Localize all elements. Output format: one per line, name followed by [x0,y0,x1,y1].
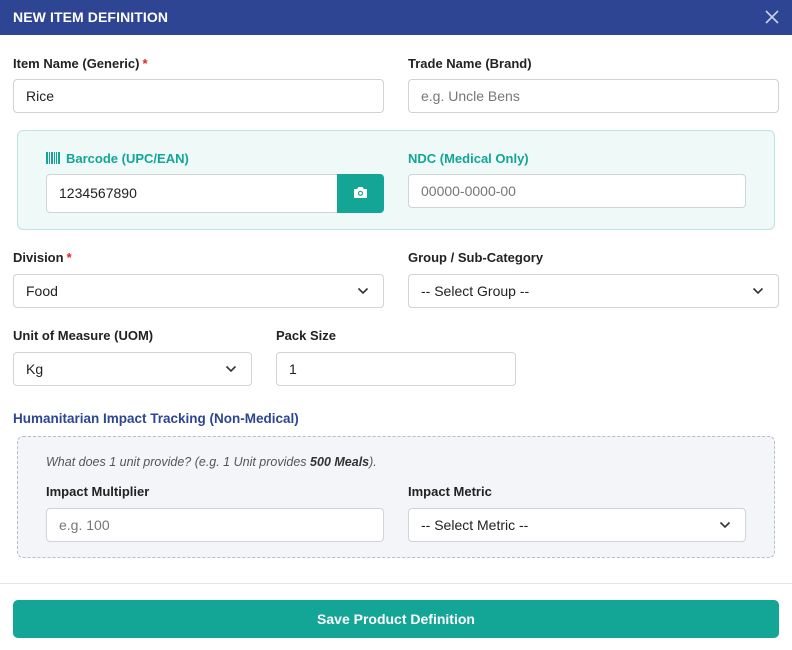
group-selected-value: -- Select Group -- [421,283,530,299]
impact-hint: What does 1 unit provide? (e.g. 1 Unit p… [46,455,377,469]
impact-multiplier-input[interactable]: e.g. 100 [46,508,384,542]
division-label-text: Division [13,250,64,265]
impact-multiplier-label: Impact Multiplier [46,484,150,499]
uom-selected-value: Kg [26,361,44,377]
impact-section-title: Humanitarian Impact Tracking (Non-Medica… [13,411,299,426]
item-name-label: Item Name (Generic) * [13,56,148,71]
impact-hint-suffix: ). [369,455,377,469]
item-name-label-text: Item Name (Generic) [13,56,140,71]
uom-label: Unit of Measure (UOM) [13,328,154,343]
barcode-label-text: Barcode (UPC/EAN) [66,151,189,166]
required-marker: * [66,250,72,265]
required-marker: * [142,56,148,71]
ndc-label: NDC (Medical Only) [408,151,529,166]
item-name-input[interactable]: Rice [13,79,384,113]
barcode-icon [46,152,60,167]
division-select[interactable]: Food [13,274,384,308]
impact-metric-label: Impact Metric [408,484,492,499]
chevron-down-icon [225,365,237,373]
division-selected-value: Food [26,283,58,299]
chevron-down-icon [752,287,764,295]
group-label: Group / Sub-Category [408,250,544,265]
uom-select[interactable]: Kg [13,352,252,386]
barcode-input[interactable]: 1234567890 [46,174,338,213]
save-product-button[interactable]: Save Product Definition [13,600,779,638]
modal-title: NEW ITEM DEFINITION [13,9,169,25]
pack-size-input[interactable]: 1 [276,352,516,386]
trade-name-label: Trade Name (Brand) [408,56,532,71]
close-icon[interactable] [762,7,782,27]
trade-name-input[interactable]: e.g. Uncle Bens [408,79,779,113]
barcode-label: Barcode (UPC/EAN) [46,151,189,167]
group-select[interactable]: -- Select Group -- [408,274,779,308]
modal-header: NEW ITEM DEFINITION [0,0,792,35]
chevron-down-icon [357,287,369,295]
impact-hint-emphasis: 500 Meals [310,455,370,469]
chevron-down-icon [719,521,731,529]
ndc-input[interactable]: 00000-0000-00 [408,174,746,208]
pack-size-label: Pack Size [276,328,336,343]
impact-metric-selected-value: -- Select Metric -- [421,517,529,533]
scan-barcode-button[interactable] [337,174,384,213]
footer-divider [0,583,792,584]
division-label: Division * [13,250,72,265]
impact-hint-prefix: What does 1 unit provide? (e.g. 1 Unit p… [46,455,311,469]
camera-icon [354,187,367,198]
impact-metric-select[interactable]: -- Select Metric -- [408,508,746,542]
